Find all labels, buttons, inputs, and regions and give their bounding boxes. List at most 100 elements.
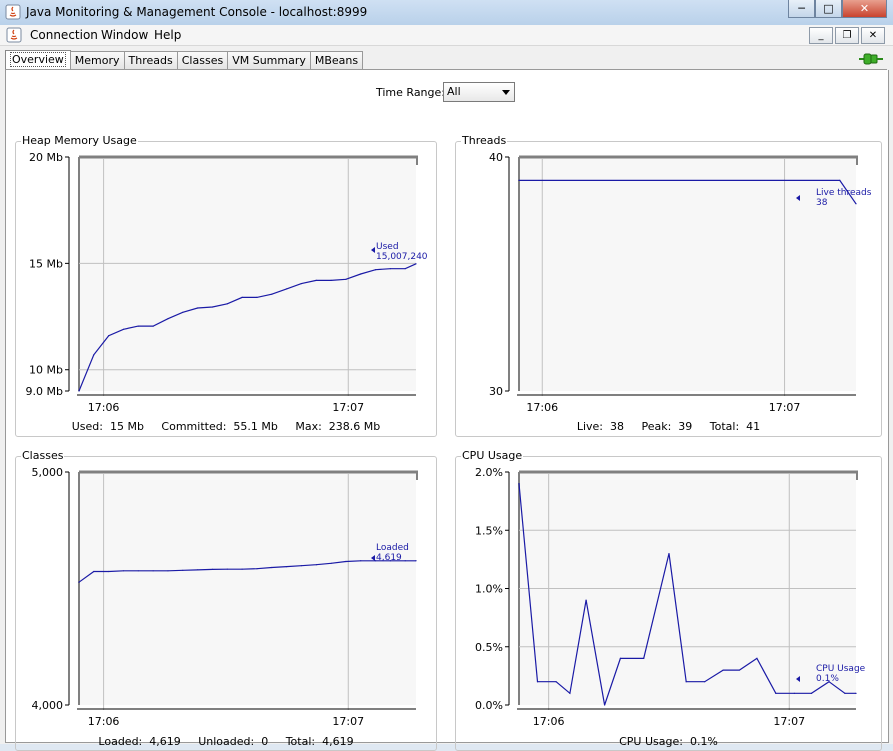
tab-label: Classes (181, 54, 224, 67)
internal-close-button[interactable]: ✕ (861, 27, 885, 44)
data-point (152, 325, 154, 327)
x-tick-label: 17:07 (332, 401, 364, 414)
heap-legend-name: Used (376, 242, 399, 252)
data-point (108, 570, 110, 573)
x-tick-label: 17:06 (526, 401, 558, 414)
data-point (685, 681, 687, 683)
time-range-select[interactable]: All (443, 82, 515, 102)
data-point (603, 704, 606, 706)
close-icon: ✕ (859, 2, 870, 15)
data-point (137, 325, 139, 327)
data-point (137, 570, 139, 572)
data-point (241, 568, 243, 570)
menu-bar: Connection Window Help _ ❐ ✕ (0, 25, 893, 46)
internal-minimize-button[interactable]: _ (809, 27, 833, 44)
x-tick-label: 17:07 (332, 715, 364, 728)
restore-icon: ❐ (842, 30, 852, 41)
plot-area (79, 472, 416, 705)
overview-content: Time Range: All Heap Memory Usage 17:06 1… (5, 70, 889, 751)
cpu-legend-name: CPU Usage (816, 664, 866, 674)
cpu-usage-panel: CPU Usage 17:06 17:07 2.0% 1.5% 1.0% 0.5% 0.0%… (455, 449, 882, 751)
menu-connection[interactable]: Connection (30, 28, 98, 42)
classes-chart: 17:06 17:07 5,000 4,000 (32, 466, 418, 728)
data-point (300, 565, 303, 567)
data-point (226, 568, 228, 570)
data-point (197, 307, 199, 309)
connection-plug-icon[interactable] (859, 52, 883, 66)
data-point (619, 657, 622, 659)
x-tick-label: 17:07 (773, 715, 805, 728)
y-tick-label: 1.5% (475, 524, 503, 537)
data-point (93, 570, 95, 573)
x-tick-label: 17:07 (769, 401, 801, 414)
java-icon[interactable] (6, 27, 22, 43)
window-close-button[interactable]: ✕ (842, 0, 887, 18)
tab-overview[interactable]: Overview (5, 50, 71, 69)
window-title-bar[interactable]: Java Monitoring & Management Console - l… (0, 0, 893, 26)
tab-label: Memory (74, 54, 120, 67)
data-point (738, 669, 740, 671)
data-point (844, 692, 846, 694)
data-point (585, 599, 587, 601)
tab-classes[interactable]: Classes (176, 51, 229, 69)
data-point (374, 269, 377, 271)
internal-restore-button[interactable]: ❐ (835, 27, 859, 44)
data-point (360, 560, 362, 562)
classes-legend-value: 4,619 (376, 553, 402, 563)
data-point (330, 562, 332, 564)
data-point (122, 328, 125, 330)
y-tick-label: 5,000 (32, 466, 64, 479)
close-icon: ✕ (868, 30, 878, 41)
data-point (78, 390, 80, 392)
data-point (285, 288, 288, 290)
tab-label: MBeans (314, 54, 359, 67)
data-point (167, 318, 169, 320)
menu-help[interactable]: Help (154, 28, 181, 42)
tab-vm-summary[interactable]: VM Summary (227, 51, 311, 69)
data-point (704, 681, 706, 683)
window-title: Java Monitoring & Management Console - l… (26, 5, 368, 19)
y-tick-label: 2.0% (475, 466, 503, 479)
data-point (197, 569, 199, 571)
heap-memory-stats: Used: 15 Mb Committed: 55.1 Mb Max: 238.… (71, 420, 381, 433)
data-point (152, 570, 154, 572)
y-tick-label: 20 Mb (29, 151, 63, 164)
data-point (569, 692, 571, 694)
classes-legend-name: Loaded (376, 543, 409, 553)
tab-threads[interactable]: Threads (123, 51, 178, 69)
data-point (211, 568, 214, 570)
y-tick-label: 0.0% (475, 699, 503, 712)
time-range-label: Time Range: (376, 86, 445, 99)
data-point (345, 278, 347, 280)
minimize-icon: ─ (798, 2, 805, 15)
y-tick-label: 40 (489, 151, 503, 164)
data-point (855, 692, 857, 694)
data-point (122, 570, 125, 572)
tab-mbeans[interactable]: MBeans (309, 51, 364, 69)
tab-strip: Overview Memory Threads Classes VM Summa… (5, 50, 364, 70)
menu-window[interactable]: Window (101, 28, 148, 42)
cpu-legend-value: 0.1% (816, 674, 839, 684)
window-maximize-button[interactable]: □ (815, 0, 842, 18)
plot-area (79, 157, 416, 391)
data-point (256, 296, 258, 298)
heap-legend-value: 15,007,240 (376, 252, 428, 262)
y-tick-label: 0.5% (475, 641, 503, 654)
data-point (536, 681, 539, 683)
data-point (555, 681, 557, 683)
x-tick-label: 17:06 (533, 715, 565, 728)
data-point (415, 560, 417, 562)
tab-memory[interactable]: Memory (69, 51, 125, 69)
x-tick-label: 17:06 (88, 401, 120, 414)
main-frame: Connection Window Help _ ❐ ✕ Overview Me… (0, 25, 893, 751)
threads-chart: 17:06 17:07 40 30 (489, 151, 858, 414)
data-point (330, 279, 332, 281)
data-point (518, 179, 520, 181)
minimize-icon: _ (818, 30, 824, 41)
y-tick-label: 15 Mb (29, 257, 63, 270)
window-minimize-button[interactable]: ─ (788, 0, 815, 18)
data-point (315, 279, 317, 281)
data-point (93, 354, 95, 356)
data-point (722, 669, 724, 671)
data-point (360, 273, 362, 275)
